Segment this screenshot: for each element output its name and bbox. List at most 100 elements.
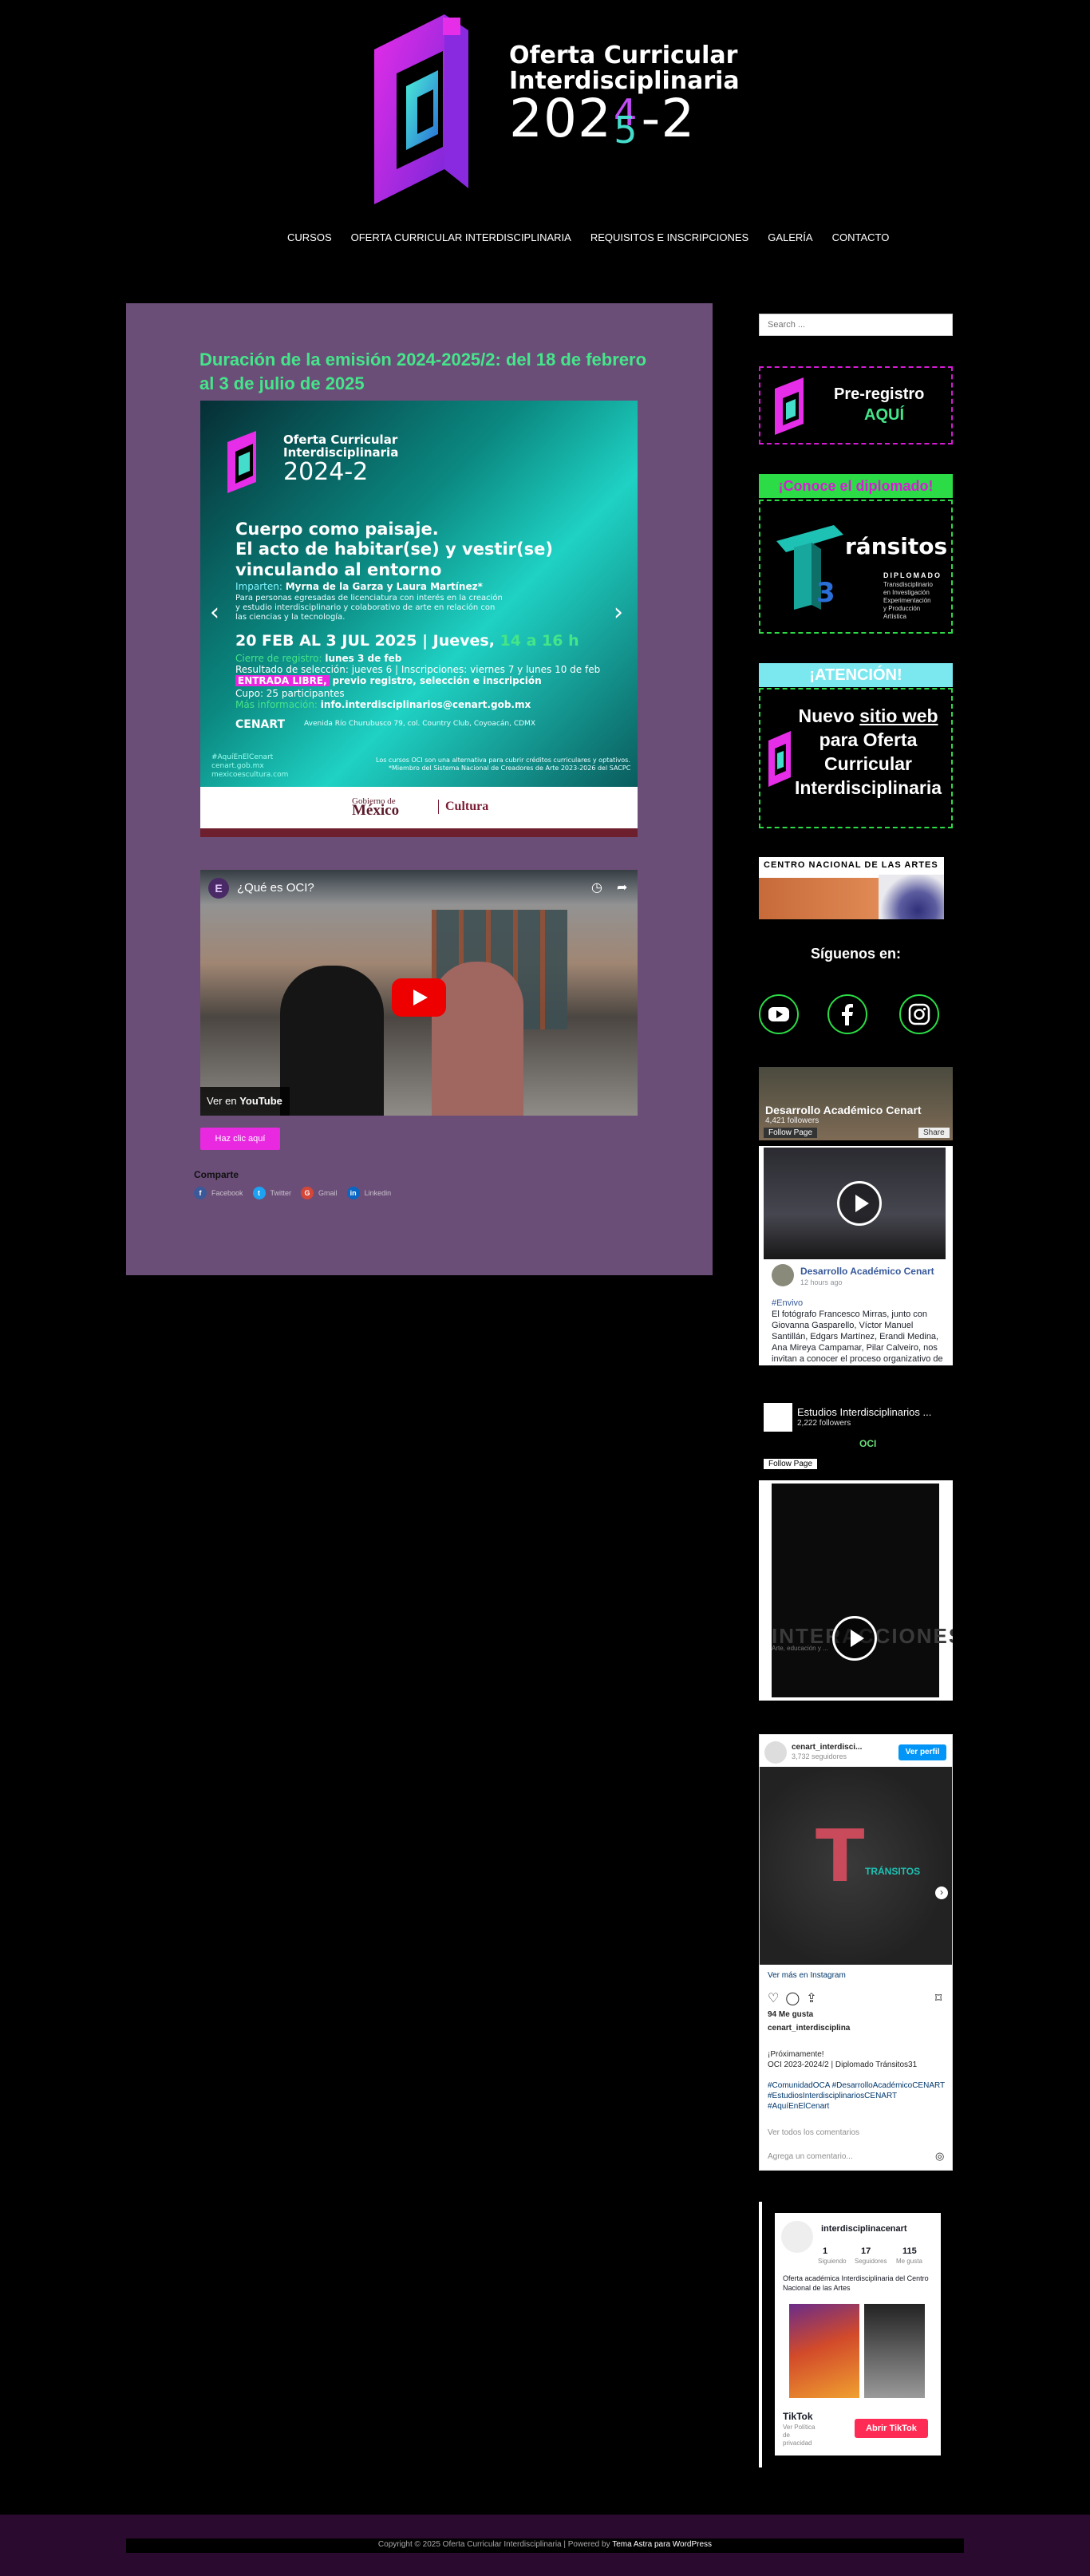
tt-policy-line-1[interactable]: Ver Política — [783, 2424, 815, 2431]
nav-item-contacto[interactable]: CONTACTO — [832, 231, 890, 247]
instagram-small-icon[interactable]: ◎ — [935, 2150, 944, 2163]
course-slider[interactable]: Oferta Curricular Interdisciplinaria 202… — [200, 401, 638, 837]
watch-on-youtube[interactable]: Ver en YouTube — [200, 1087, 290, 1116]
atencion-line-4: Interdisciplinaria — [794, 777, 942, 798]
ig-add-comment[interactable]: Agrega un comentario... — [768, 2152, 853, 2161]
tt-followers-label: Seguidores — [855, 2258, 887, 2265]
tt-followers: 17 — [861, 2246, 871, 2256]
slider-next-button[interactable]: › — [614, 599, 623, 626]
fb2-page-avatar — [764, 1403, 792, 1432]
nav-item-requisitos[interactable]: REQUISITOS E INSCRIPCIONES — [590, 231, 748, 247]
diplomado-heading: ¡Conoce el diplomado! — [759, 474, 953, 498]
instagram-icon — [908, 1003, 930, 1025]
ig-username[interactable]: cenart_interdisci... — [792, 1743, 862, 1752]
fb2-page-name[interactable]: Estudios Interdisciplinarios ... — [797, 1406, 931, 1418]
fb2-cover-logo: OCI — [859, 1438, 877, 1449]
slide-cenart-logo: CENART — [235, 718, 286, 731]
ig-caption-line-2: OCI 2023-2024/2 | Diplomado Tránsitos31 — [768, 2060, 918, 2069]
gobierno-mexico-logo: Gobierno de México — [352, 796, 399, 818]
nav-item-oferta[interactable]: OFERTA CURRICULAR INTERDISCIPLINARIA — [351, 231, 571, 247]
instagram-link[interactable] — [899, 994, 939, 1034]
tt-username[interactable]: interdisciplinacenart — [821, 2224, 907, 2234]
video-title[interactable]: ¿Qué es OCI? — [237, 881, 314, 895]
slide-imparten: Imparten: Myrna de la Garza y Laura Mart… — [235, 581, 483, 592]
slide-entrada: ENTRADA LIBRE, previo registro, selecció… — [235, 675, 542, 686]
diplomado-banner[interactable]: 3 ránsitos DIPLOMADO Transdisciplinario … — [759, 500, 953, 634]
fb2-follow-button[interactable]: Follow Page — [764, 1459, 818, 1469]
linkedin-share-label[interactable]: Linkedin — [365, 1189, 392, 1197]
tiktok-embed[interactable]: interdisciplinacenart 1 17 115 Siguiendo… — [775, 2213, 941, 2455]
fb-post-play-icon[interactable] — [837, 1181, 882, 1226]
gmail-share-icon[interactable]: G — [301, 1187, 314, 1199]
share-icon[interactable]: ➦ — [617, 879, 627, 895]
ig-caption-tags[interactable]: #ComunidadOCA #DesarrolloAcadémicoCENART… — [768, 2081, 945, 2111]
footer-theme-link[interactable]: Tema Astra para WordPress — [612, 2540, 712, 2549]
share-icon[interactable]: ⇪ — [806, 1992, 823, 2005]
ig-account-name[interactable]: cenart_interdisciplina — [768, 2024, 850, 2033]
search-input[interactable] — [759, 314, 953, 336]
instagram-embed[interactable]: cenart_interdisci... 3,732 seguidores Ve… — [759, 1734, 953, 2171]
slide-imparten-label: Imparten: — [235, 581, 282, 592]
youtube-logo: YouTube — [239, 1095, 282, 1107]
ig-view-comments[interactable]: Ver todos los comentarios — [768, 2128, 859, 2137]
tt-policy-line-2[interactable]: de — [783, 2432, 790, 2439]
tt-video-thumb-2[interactable] — [864, 2304, 925, 2398]
fb1-page-name[interactable]: Desarrollo Académico Cenart — [765, 1104, 922, 1116]
ig-view-profile-button[interactable]: Ver perfil — [898, 1744, 946, 1760]
facebook-page-plugin-1[interactable]: Desarrollo Académico Cenart 4,421 follow… — [759, 1067, 953, 1140]
video-channel-avatar[interactable]: E — [208, 878, 229, 899]
cenart-banner-title: CENTRO NACIONAL DE LAS ARTES — [764, 860, 938, 870]
linkedin-share-icon[interactable]: in — [346, 1187, 360, 1199]
ig-action-icons: ♡◯⇪ — [768, 1990, 823, 2006]
nuevo-sitio-banner[interactable]: Nuevo sitio web para Oferta Curricular I… — [759, 688, 953, 828]
slide-cierre-date: lunes 3 de feb — [325, 653, 402, 664]
twitter-share-icon[interactable]: t — [252, 1187, 266, 1199]
cultura-logo: Cultura — [438, 800, 488, 814]
fb1-follow-button[interactable]: Follow Page — [764, 1128, 818, 1138]
facebook-page-plugin-2[interactable]: Estudios Interdisciplinarios ... 2,222 f… — [759, 1398, 953, 1474]
diplomado-sub-3: en Investigación — [883, 589, 930, 596]
twitter-share-label[interactable]: Twitter — [271, 1189, 292, 1197]
nav-item-cursos[interactable]: CURSOS — [287, 231, 332, 247]
oci-logo-mark[interactable] — [365, 10, 492, 209]
fb-video-play-icon[interactable] — [832, 1616, 877, 1661]
atencion-line-3: Curricular — [824, 753, 912, 774]
comment-icon[interactable]: ◯ — [785, 1992, 806, 2005]
fb2-followers: 2,222 followers — [797, 1419, 851, 1428]
nav-item-galeria[interactable]: GALERÍA — [768, 231, 812, 247]
diplomado-sub-2: Transdisciplinario — [883, 581, 933, 588]
tt-policy-line-3[interactable]: privacidad — [783, 2440, 812, 2447]
facebook-link[interactable] — [827, 994, 867, 1034]
facebook-post[interactable]: Desarrollo Académico Cenart 12 hours ago… — [759, 1146, 953, 1365]
cta-button[interactable]: Haz clic aquí — [200, 1128, 280, 1150]
heart-icon[interactable]: ♡ — [768, 1992, 785, 2005]
ig-post-image-text: TRÁNSITOS — [865, 1866, 921, 1877]
tt-video-thumb-1[interactable] — [789, 2304, 859, 2398]
atencion-heading: ¡ATENCIÓN! — [759, 663, 953, 687]
atencion-sitio-web-link[interactable]: sitio web — [859, 705, 938, 726]
fb-post-author[interactable]: Desarrollo Académico Cenart — [800, 1266, 934, 1277]
slider-prev-button[interactable]: ‹ — [210, 599, 219, 626]
bookmark-icon[interactable]: ⌑ — [935, 1990, 942, 2006]
clock-icon[interactable]: ◷ — [591, 879, 602, 895]
slide-sponsor-band: Gobierno de México Cultura — [200, 787, 638, 828]
ig-post-image[interactable]: T TRÁNSITOS › — [760, 1767, 952, 1965]
atencion-nuevo: Nuevo — [798, 705, 855, 726]
facebook-share-label[interactable]: Facebook — [211, 1189, 243, 1197]
video-play-button[interactable] — [392, 978, 446, 1017]
facebook-video-embed[interactable]: INTERACCIONES Arte, educación y ... — [759, 1480, 953, 1701]
fb-post-tag[interactable]: #Envivo — [772, 1298, 803, 1308]
facebook-icon — [842, 1004, 853, 1025]
slide-heading-2: El acto de habitar(se) y vestir(se) — [235, 539, 553, 559]
preregistro-banner[interactable]: Pre-registro AQUÍ — [759, 366, 953, 444]
youtube-video-embed[interactable]: E ¿Qué es OCI? ◷ ➦ Ver en YouTube — [200, 870, 638, 1116]
fb1-share-button[interactable]: Share — [918, 1128, 950, 1138]
ig-next-arrow-icon[interactable]: › — [935, 1887, 948, 1899]
ig-view-more-link[interactable]: Ver más en Instagram — [768, 1971, 846, 1980]
share-heading: Comparte — [194, 1169, 239, 1180]
cenart-banner-image[interactable]: CENTRO NACIONAL DE LAS ARTES — [759, 857, 944, 919]
gmail-share-label[interactable]: Gmail — [318, 1189, 338, 1197]
tt-open-button[interactable]: Abrir TikTok — [855, 2419, 928, 2438]
youtube-link[interactable] — [759, 994, 799, 1034]
facebook-share-icon[interactable]: f — [194, 1187, 207, 1199]
